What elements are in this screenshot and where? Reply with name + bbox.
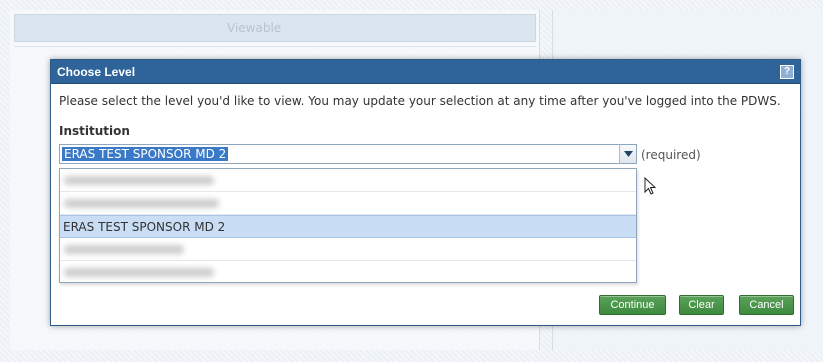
chevron-down-icon[interactable] bbox=[619, 144, 637, 164]
dialog-instructions: Please select the level you'd like to vi… bbox=[59, 94, 781, 108]
dropdown-option[interactable] bbox=[60, 238, 636, 261]
dropdown-option-label: ERAS TEST SPONSOR MD 2 bbox=[63, 220, 226, 234]
required-indicator: (required) bbox=[641, 148, 701, 162]
dropdown-option-selected[interactable]: ERAS TEST SPONSOR MD 2 bbox=[60, 215, 636, 238]
dialog-titlebar: Choose Level ? bbox=[51, 60, 800, 84]
choose-level-dialog: Choose Level ? Please select the level y… bbox=[50, 59, 801, 326]
background-header-label: Viewable bbox=[227, 21, 282, 35]
continue-button[interactable]: Continue bbox=[599, 295, 666, 315]
clear-button[interactable]: Clear bbox=[679, 295, 724, 315]
dropdown-option[interactable] bbox=[60, 192, 636, 215]
dropdown-option[interactable] bbox=[60, 261, 636, 284]
background-divider bbox=[14, 46, 536, 47]
institution-dropdown-list: ERAS TEST SPONSOR MD 2 bbox=[59, 168, 637, 283]
mouse-pointer-icon bbox=[644, 177, 656, 195]
institution-select-value: ERAS TEST SPONSOR MD 2 bbox=[62, 147, 229, 161]
background-header: Viewable bbox=[14, 14, 536, 42]
institution-select[interactable]: ERAS TEST SPONSOR MD 2 bbox=[59, 144, 637, 164]
dialog-title: Choose Level bbox=[57, 64, 136, 79]
cancel-button[interactable]: Cancel bbox=[739, 295, 794, 315]
help-icon[interactable]: ? bbox=[780, 64, 794, 79]
dropdown-option[interactable] bbox=[60, 169, 636, 192]
institution-label: Institution bbox=[59, 124, 130, 138]
